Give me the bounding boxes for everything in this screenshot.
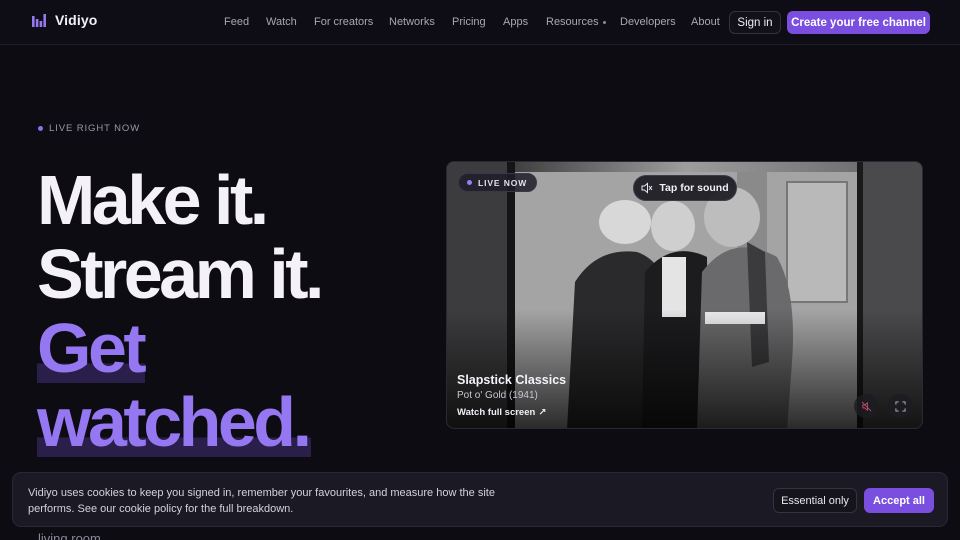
- eyebrow-text: LIVE RIGHT NOW: [49, 123, 141, 134]
- brand-name: Vidiyo: [55, 12, 98, 28]
- brand[interactable]: Vidiyo: [32, 12, 97, 28]
- live-now-label: LIVE NOW: [478, 177, 528, 188]
- nav-watch[interactable]: Watch: [266, 16, 297, 28]
- live-eyebrow: LIVE RIGHT NOW: [38, 123, 140, 134]
- tap-for-sound-label: Tap for sound: [659, 182, 729, 194]
- headline-line-2: Stream it.: [37, 235, 325, 313]
- watch-full-screen-label: Watch full screen: [457, 407, 536, 418]
- nav-developers[interactable]: Developers: [620, 16, 676, 28]
- hero-subtext: living room.: [38, 531, 105, 540]
- hero-headline: Make it. Stream it. Get watched.: [37, 161, 325, 461]
- live-dot-icon: [38, 126, 43, 131]
- nav-resources-label: Resources: [546, 16, 599, 28]
- watch-full-screen-link[interactable]: Watch full screen ↗: [457, 407, 546, 418]
- nav-networks[interactable]: Networks: [389, 16, 435, 28]
- headline-line-1: Make it.: [37, 161, 269, 239]
- mute-icon: [861, 401, 871, 411]
- sign-in-button[interactable]: Sign in: [729, 11, 781, 34]
- accept-all-button[interactable]: Accept all: [864, 488, 934, 513]
- fullscreen-button[interactable]: [888, 394, 912, 418]
- bars-logo-icon: [32, 13, 46, 27]
- fullscreen-icon: [894, 400, 906, 412]
- nav-pricing[interactable]: Pricing: [452, 16, 486, 28]
- nav-resources[interactable]: Resources: [546, 16, 606, 28]
- cookie-banner: Vidiyo uses cookies to keep you signed i…: [12, 472, 948, 527]
- video-frame: [447, 162, 922, 428]
- cookie-message: Vidiyo uses cookies to keep you signed i…: [28, 487, 495, 515]
- headline-accent-1-text: Get: [37, 309, 147, 387]
- headline-accent-1: Get: [37, 309, 321, 387]
- live-dot-icon: [467, 180, 472, 185]
- mute-button[interactable]: [854, 394, 878, 418]
- nav-for-creators[interactable]: For creators: [314, 16, 373, 28]
- now-playing-title: Slapstick Classics: [457, 373, 567, 387]
- live-video-player[interactable]: LIVE NOW Tap for sound Slapstick Classic…: [446, 161, 923, 429]
- headline-accent-2-text: watched.: [37, 383, 312, 461]
- headline-accent-2: watched.: [37, 383, 321, 461]
- nav-apps[interactable]: Apps: [503, 16, 528, 28]
- create-channel-button[interactable]: Create your free channel: [787, 11, 930, 34]
- top-navigation-bar: Vidiyo Feed Watch For creators Networks …: [0, 0, 960, 45]
- live-now-badge: LIVE NOW: [458, 173, 538, 192]
- dropdown-indicator-icon: [602, 20, 606, 24]
- tap-for-sound-button[interactable]: Tap for sound: [633, 175, 737, 201]
- arrow-up-right-icon: ↗: [538, 407, 547, 418]
- muted-speaker-icon: [641, 182, 653, 194]
- nav-feed[interactable]: Feed: [224, 16, 249, 28]
- now-playing-subtitle: Pot o' Gold (1941): [457, 390, 538, 401]
- essential-only-button[interactable]: Essential only: [773, 488, 857, 513]
- nav-about[interactable]: About: [691, 16, 720, 28]
